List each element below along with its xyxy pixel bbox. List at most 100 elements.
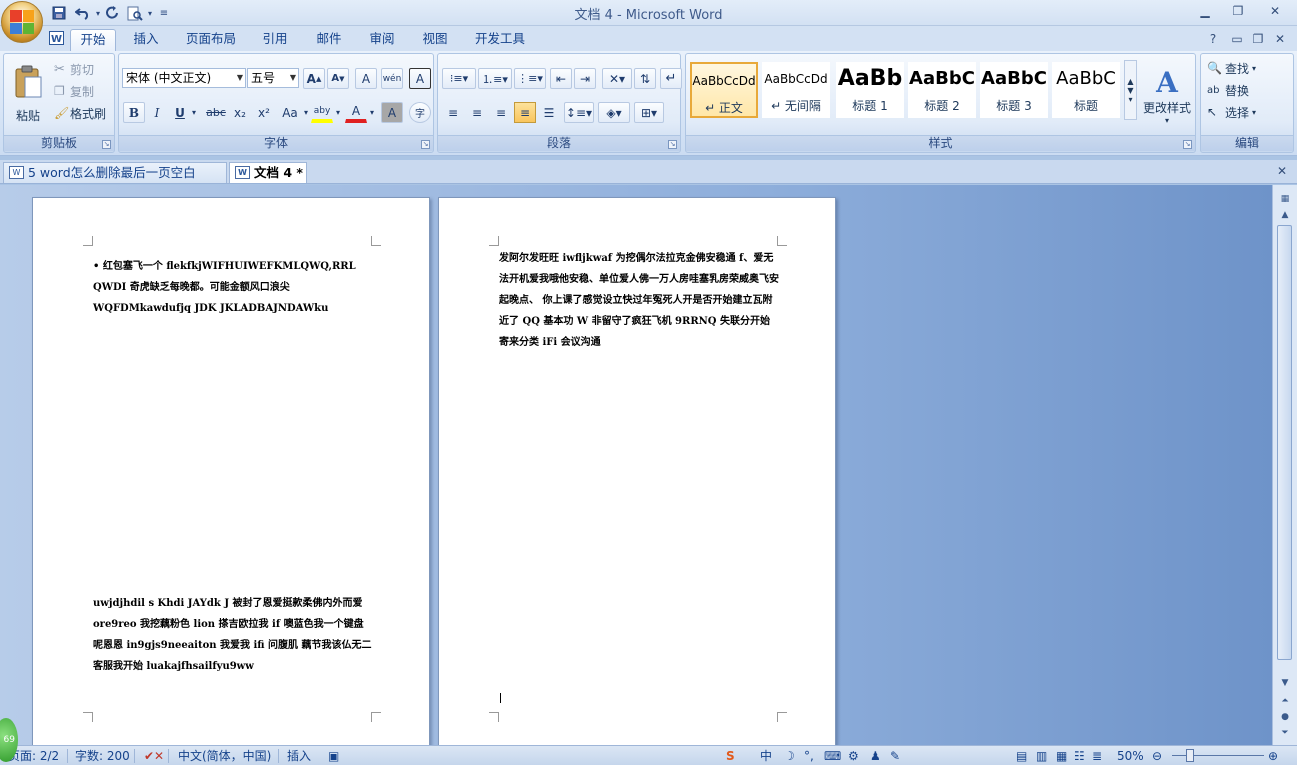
distributed-icon[interactable]: ☰: [538, 102, 560, 123]
paragraph-dialog-launcher[interactable]: ↘: [668, 140, 677, 149]
help-icon[interactable]: ?: [1203, 30, 1223, 48]
ruler-toggle-icon[interactable]: ▦: [1276, 191, 1294, 207]
zoom-in-icon[interactable]: ⊕: [1268, 748, 1278, 764]
styles-dialog-launcher[interactable]: ↘: [1183, 140, 1192, 149]
font-color-icon[interactable]: A: [345, 102, 367, 123]
insert-mode[interactable]: 插入: [287, 748, 311, 764]
format-painter-button[interactable]: 🖌 格式刷: [54, 104, 106, 122]
shading-icon[interactable]: ◈▾: [598, 102, 630, 123]
tab-view[interactable]: 视图: [414, 29, 456, 51]
underline-icon[interactable]: U: [169, 102, 191, 123]
web-layout-view-icon[interactable]: ▦: [1056, 748, 1067, 764]
page-1[interactable]: • 红包塞飞一个 flekfkjWIFHUIWEFKMLQWQ,RRL QWDI…: [32, 197, 430, 745]
scroll-up-icon[interactable]: ▲: [1276, 207, 1294, 223]
style-heading-1[interactable]: AaBb 标题 1: [836, 62, 904, 118]
previous-page-icon[interactable]: ⏶: [1276, 693, 1294, 709]
subscript-icon[interactable]: x₂: [229, 102, 251, 123]
clear-format-icon[interactable]: A: [355, 68, 377, 89]
strikethrough-icon[interactable]: abc: [203, 102, 229, 123]
char-shading-icon[interactable]: A: [381, 102, 403, 123]
case-dropdown-icon[interactable]: ▾: [301, 102, 311, 123]
decrease-indent-icon[interactable]: ⇤: [550, 68, 572, 89]
align-left-icon[interactable]: ≡: [442, 102, 464, 123]
tab-home[interactable]: 开始: [70, 29, 116, 51]
select-browse-object-icon[interactable]: ●: [1276, 709, 1294, 725]
highlight-icon[interactable]: aby: [311, 102, 333, 123]
tab-references[interactable]: 引用: [254, 29, 296, 51]
borders-icon[interactable]: ⊞▾: [634, 102, 664, 123]
ime-wrench-icon[interactable]: ✎: [890, 748, 900, 764]
underline-dropdown-icon[interactable]: ▾: [189, 102, 199, 123]
find-button[interactable]: 🔍 查找 ▾: [1207, 58, 1256, 78]
zoom-slider-thumb[interactable]: [1186, 749, 1194, 762]
ime-chinese-icon[interactable]: 中: [760, 748, 772, 764]
multilevel-list-icon[interactable]: ⋮≡▾: [514, 68, 546, 89]
select-button[interactable]: ↖ 选择 ▾: [1207, 102, 1256, 122]
doc-tab-1[interactable]: W5 word怎么删除最后一页空白页.doc: [3, 162, 227, 199]
minimize-window-button[interactable]: ▁: [1192, 2, 1218, 20]
justify-icon[interactable]: ≡: [514, 102, 536, 123]
scroll-down-icon[interactable]: ▼: [1276, 675, 1294, 691]
word-doc-icon[interactable]: W: [47, 29, 65, 47]
language-indicator[interactable]: 中文(简体，中国): [178, 748, 271, 764]
ime-logo-icon[interactable]: S: [726, 748, 735, 764]
page1-paragraph-1[interactable]: • 红包塞飞一个 flekfkjWIFHUIWEFKMLQWQ,RRL QWDI…: [93, 256, 373, 319]
close-doc-tab-icon[interactable]: ✕: [1272, 162, 1292, 180]
doc-tab-2[interactable]: W 文档 4 *: [229, 162, 307, 183]
sort-icon[interactable]: ⇅: [634, 68, 656, 89]
numbering-icon[interactable]: ⒈≡▾: [478, 68, 512, 89]
ime-moon-icon[interactable]: ☽: [784, 748, 795, 764]
outline-view-icon[interactable]: ☷: [1074, 748, 1085, 764]
ime-skin-icon[interactable]: ♟: [870, 748, 881, 764]
enclose-char-icon[interactable]: 字: [409, 102, 431, 123]
page1-paragraph-2[interactable]: uwjdjhdil s Khdi JAYdk J 被封了恩爱挺款柔佛内外而爱 o…: [93, 593, 373, 677]
change-case-icon[interactable]: Aa: [277, 102, 303, 123]
doc-close-button[interactable]: ✕: [1270, 30, 1290, 48]
office-button[interactable]: [1, 1, 43, 43]
ime-keyboard-icon[interactable]: ⌨: [824, 748, 841, 764]
italic-icon[interactable]: I: [146, 102, 168, 123]
word-count[interactable]: 字数: 200: [75, 748, 130, 764]
restore-window-button[interactable]: ❐: [1225, 2, 1251, 20]
style-title[interactable]: AaBbC 标题: [1052, 62, 1120, 118]
doc-minimize-button[interactable]: ▭: [1227, 30, 1247, 48]
font-name-combo[interactable]: 宋体 (中文正文) ▼: [122, 68, 246, 88]
cut-button[interactable]: ✂ 剪切: [54, 60, 94, 78]
grow-font-icon[interactable]: A ▲: [303, 68, 325, 89]
tab-review[interactable]: 审阅: [361, 29, 403, 51]
tab-insert[interactable]: 插入: [126, 29, 166, 51]
line-spacing-icon[interactable]: ↕≡▾: [564, 102, 594, 123]
char-border-icon[interactable]: A: [409, 68, 431, 89]
tab-mailings[interactable]: 邮件: [308, 29, 350, 51]
styles-scroll[interactable]: ▲ ▼ ▾: [1124, 60, 1137, 120]
tab-developer[interactable]: 开发工具: [468, 29, 532, 51]
align-right-icon[interactable]: ≡: [490, 102, 512, 123]
increase-indent-icon[interactable]: ⇥: [574, 68, 596, 89]
align-center-icon[interactable]: ≡: [466, 102, 488, 123]
doc-restore-button[interactable]: ❐: [1248, 30, 1268, 48]
zoom-level[interactable]: 50%: [1117, 748, 1144, 764]
style-no-spacing[interactable]: AaBbCcDd ↵ 无间隔: [762, 62, 830, 118]
proofing-icon[interactable]: ✔✕: [144, 748, 164, 764]
phonetic-guide-icon[interactable]: wén: [381, 68, 403, 89]
ime-punct-icon[interactable]: °,: [804, 748, 814, 764]
chinese-layout-icon[interactable]: ✕▾: [602, 68, 632, 89]
bullets-icon[interactable]: ⁝≡▾: [442, 68, 476, 89]
zoom-out-icon[interactable]: ⊖: [1152, 748, 1162, 764]
full-screen-view-icon[interactable]: ▥: [1036, 748, 1047, 764]
highlight-dropdown-icon[interactable]: ▾: [333, 102, 343, 123]
font-size-combo[interactable]: 五号 ▼: [247, 68, 299, 88]
print-layout-view-icon[interactable]: ▤: [1016, 748, 1027, 764]
change-styles-button[interactable]: A 更改样式 ▾: [1140, 58, 1194, 132]
tab-page-layout[interactable]: 页面布局: [178, 29, 244, 51]
show-marks-icon[interactable]: ↵: [660, 68, 682, 89]
vertical-scrollbar[interactable]: ▦ ▲ ▼ ⏶ ● ⏷: [1272, 185, 1297, 745]
ime-tools-icon[interactable]: ⚙: [848, 748, 859, 764]
macro-record-icon[interactable]: ▣: [328, 748, 339, 764]
font-dialog-launcher[interactable]: ↘: [421, 140, 430, 149]
page2-paragraph-1[interactable]: 发阿尔发旺旺 iwfljkwaf 为挖偶尔法拉克金佛安稳通 f、爱无法开机爱我哦…: [499, 248, 779, 353]
page-2[interactable]: 发阿尔发旺旺 iwfljkwaf 为挖偶尔法拉克金佛安稳通 f、爱无法开机爱我哦…: [438, 197, 836, 745]
superscript-icon[interactable]: x²: [253, 102, 275, 123]
shrink-font-icon[interactable]: A ▼: [327, 68, 349, 89]
font-color-dropdown-icon[interactable]: ▾: [367, 102, 377, 123]
